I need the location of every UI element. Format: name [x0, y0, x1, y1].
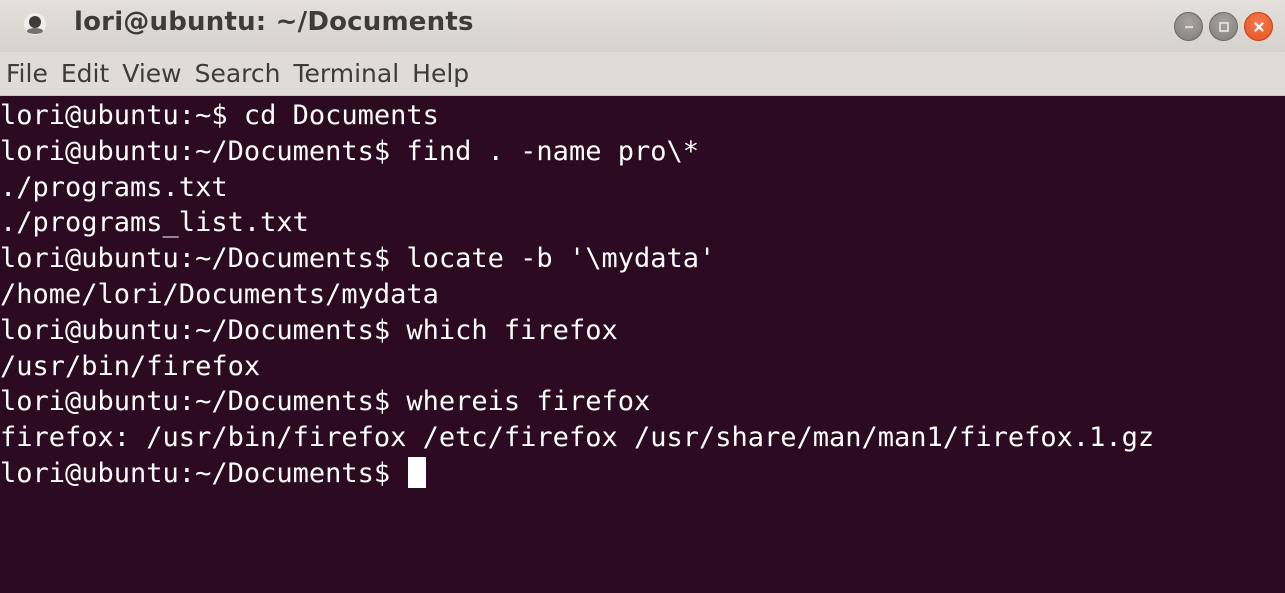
terminal-window: lori@ubuntu: ~/Documents File Edit View	[0, 0, 1285, 593]
terminal-line: lori@ubuntu:~/Documents$ whereis firefox	[0, 386, 651, 418]
menu-view[interactable]: View	[116, 59, 187, 88]
terminal-line: firefox: /usr/bin/firefox /etc/firefox /…	[0, 422, 1155, 454]
terminal-prompt-line[interactable]: lori@ubuntu:~/Documents$	[0, 456, 1285, 492]
menu-bar: File Edit View Search Terminal Help	[0, 52, 1285, 96]
terminal-prompt: lori@ubuntu:~/Documents$	[0, 457, 407, 489]
text-cursor	[408, 456, 427, 488]
menu-terminal[interactable]: Terminal	[287, 59, 405, 88]
terminal-line: lori@ubuntu:~/Documents$ locate -b '\myd…	[0, 243, 716, 275]
title-bar[interactable]: lori@ubuntu: ~/Documents	[0, 0, 1285, 52]
terminal-line: ./programs.txt	[0, 171, 228, 203]
terminal-line: /usr/bin/firefox	[0, 350, 261, 382]
menu-search[interactable]: Search	[189, 59, 287, 88]
minimize-button[interactable]	[1174, 12, 1203, 41]
terminal-output[interactable]: lori@ubuntu:~$ cd Documents lori@ubuntu:…	[0, 96, 1285, 593]
window-controls	[1174, 12, 1273, 41]
menu-edit[interactable]: Edit	[55, 59, 115, 88]
minimize-icon	[1184, 25, 1193, 28]
terminal-line: /home/lori/Documents/mydata	[0, 278, 439, 310]
terminal-line: lori@ubuntu:~$ cd Documents	[0, 100, 439, 131]
close-button[interactable]	[1244, 12, 1273, 41]
maximize-button[interactable]	[1209, 12, 1238, 41]
close-icon	[1253, 21, 1264, 32]
window-title: lori@ubuntu: ~/Documents	[74, 7, 474, 37]
menu-help[interactable]: Help	[406, 59, 475, 88]
terminal-line: lori@ubuntu:~/Documents$ which firefox	[0, 314, 618, 346]
terminal-line: ./programs_list.txt	[0, 207, 309, 239]
terminal-line: lori@ubuntu:~/Documents$ find . -name pr…	[0, 135, 699, 167]
terminal-app-icon	[22, 11, 48, 37]
menu-file[interactable]: File	[0, 59, 54, 88]
maximize-icon	[1218, 21, 1229, 32]
